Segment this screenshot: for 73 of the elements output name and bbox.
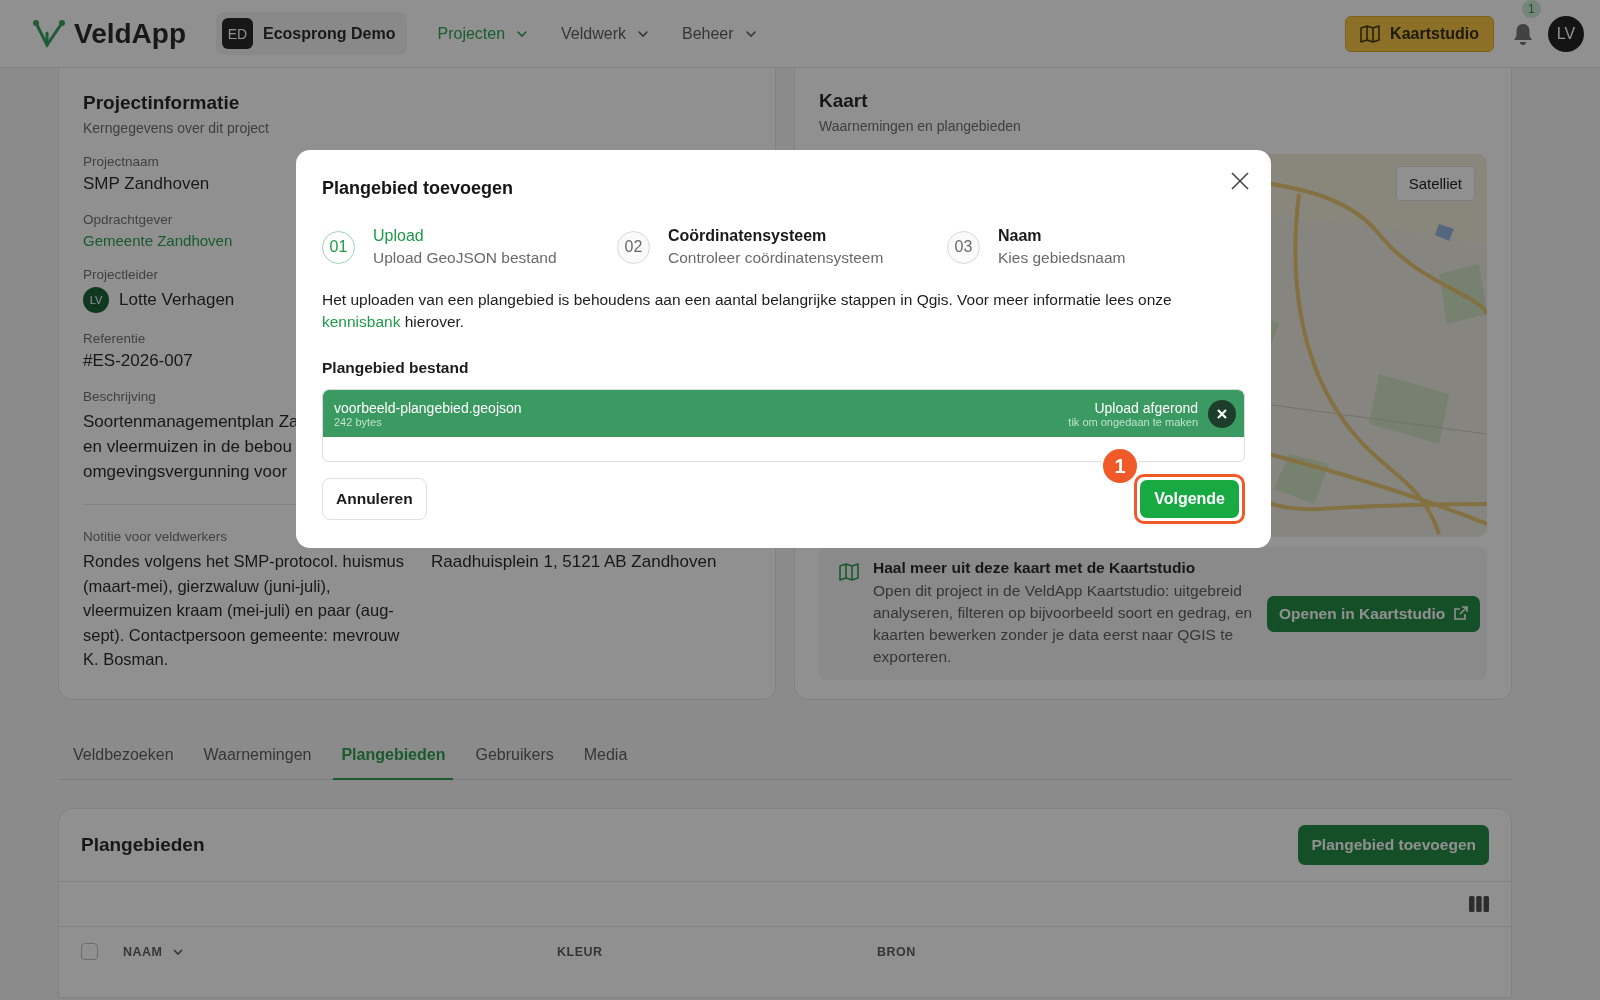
organization-switcher[interactable]: ED Ecosprong Demo xyxy=(216,12,408,55)
tab[interactable]: Waarnemingen xyxy=(195,738,320,780)
step-annotation-badge: 1 xyxy=(1101,447,1140,485)
field-label: Opdrachtgever xyxy=(83,212,173,227)
step-subtitle: Controleer coördinatensysteem xyxy=(668,249,884,267)
card-subtitle: Kerngegevens over dit project xyxy=(83,120,270,136)
tab[interactable]: Media xyxy=(575,738,636,780)
close-button[interactable] xyxy=(1229,170,1251,192)
map-layer-button[interactable]: Satelliet xyxy=(1395,166,1475,201)
step-title: Coördinatensysteem xyxy=(668,227,828,245)
step-title: Upload xyxy=(373,227,425,245)
field-value: Lotte Verhagen xyxy=(119,290,235,310)
card-subtitle: Waarnemingen en plangebieden xyxy=(819,118,1022,134)
note-text: Rondes volgens het SMP-protocol. huismus (maart-mei), gierzwaluw (juni-juli), vleermuizen kraam (mei-juli) en paar (aug-sept). Contactpersoon gemeente: mevrouw K. Bosman. xyxy=(83,551,405,670)
nav-menu-item[interactable]: Beheer xyxy=(682,18,758,49)
file-name: voorbeeld-plangebied.geojson xyxy=(334,399,522,416)
field-label: Notitie voor veldwerkers xyxy=(83,529,228,544)
next-button[interactable]: Volgende xyxy=(1140,480,1239,518)
step-number: 01 xyxy=(322,230,355,264)
field-label: Projectleider xyxy=(83,267,159,282)
nav-menu-item[interactable]: Veldwerk xyxy=(561,18,650,49)
tab[interactable]: Gebruikers xyxy=(467,738,562,780)
step-number: 03 xyxy=(947,230,980,264)
bell-icon[interactable] xyxy=(1512,21,1534,46)
client-link[interactable]: Gemeente Zandhoven xyxy=(83,232,233,249)
logo-icon xyxy=(32,18,66,49)
field-value: SMP Zandhoven xyxy=(83,174,210,194)
column-header: NAAM xyxy=(123,944,163,959)
person-avatar: LV xyxy=(83,287,109,313)
map-icon xyxy=(1360,24,1381,43)
map-icon xyxy=(839,563,859,581)
app-logo-text: VeldApp xyxy=(74,17,186,50)
card-title: Kaart xyxy=(819,90,869,112)
open-kaartstudio-button[interactable]: Openen in Kaartstudio xyxy=(1267,595,1481,632)
file-size: 242 bytes xyxy=(334,415,382,428)
user-avatar[interactable]: LV xyxy=(1548,15,1584,52)
external-link-icon xyxy=(1453,606,1469,621)
step-number: 02 xyxy=(617,230,650,264)
kaartstudio-button[interactable]: Kaartstudio xyxy=(1345,15,1494,52)
tab[interactable]: Veldbezoeken xyxy=(65,738,182,780)
field-label: Projectnaam xyxy=(83,154,159,169)
promo-title: Haal meer uit deze kaart met de Kaartstudio xyxy=(873,559,1197,577)
add-area-button[interactable]: Plangebied toevoegen xyxy=(1298,825,1489,865)
tab[interactable]: Plangebieden xyxy=(333,738,454,780)
step-title: Naam xyxy=(998,227,1043,245)
knowledge-base-link[interactable]: kennisbank xyxy=(322,313,401,330)
field-label: Referentie xyxy=(83,331,146,346)
step-subtitle: Kies gebiedsnaam xyxy=(998,249,1126,267)
field-label: Beschrijving xyxy=(83,389,156,404)
undo-hint: tik om ongedaan te maken xyxy=(1068,415,1198,428)
column-header: KLEUR xyxy=(557,944,603,959)
notification-badge: 1 xyxy=(1522,0,1541,18)
intro-paragraph: Het uploaden van een plangebied is behoudens aan een aantal belangrijke stappen in Qgis. Voor meer informatie lees onze kennisbank hierover. xyxy=(322,290,1173,332)
description-line: omgevingsvergunning voor xyxy=(83,461,288,483)
close-icon xyxy=(1217,408,1227,419)
panel-title: Plangebieden xyxy=(81,834,205,856)
upload-status: Upload afgerond xyxy=(1093,399,1198,416)
close-icon xyxy=(1231,172,1249,190)
select-all-checkbox[interactable] xyxy=(81,943,98,960)
address-text: Raadhuisplein 1, 5121 AB Zandhoven xyxy=(431,551,717,573)
remove-file-button[interactable] xyxy=(1208,399,1236,428)
field-label: Plangebied bestand xyxy=(322,359,470,377)
modal-title: Plangebied toevoegen xyxy=(322,178,514,199)
columns-icon[interactable] xyxy=(1469,896,1489,912)
nav-menu-item[interactable]: Projecten xyxy=(437,18,530,49)
step-subtitle: Upload GeoJSON bestand xyxy=(373,249,557,267)
promo-text: Open dit project in de VeldApp Kaartstudio: uitgebreid analyseren, filteren op bijvoorbeeld soort en gedrag, en kaarten bewerken zonder je data eerst naar QGIS te exporteren. xyxy=(873,581,1253,667)
description-line: en vleermuizen in de bebou xyxy=(83,436,292,458)
card-title: Projectinformatie xyxy=(83,92,241,114)
field-value: #ES-2026-007 xyxy=(83,351,193,371)
cancel-button[interactable]: Annuleren xyxy=(322,478,427,520)
organization-avatar: ED xyxy=(222,18,253,49)
column-header: BRON xyxy=(877,944,916,959)
